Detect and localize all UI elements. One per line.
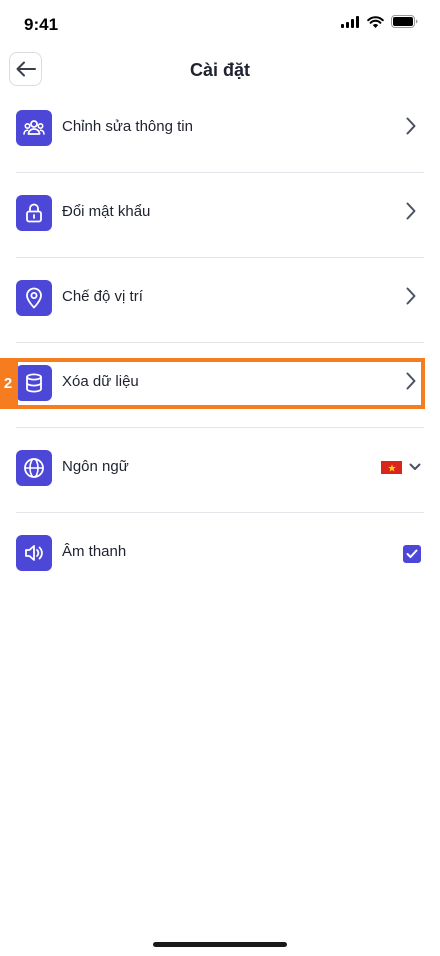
chevron-down-icon xyxy=(409,463,421,470)
header: Cài đặt xyxy=(0,50,440,92)
setting-label: Chỉnh sửa thông tin xyxy=(62,118,193,135)
setting-label: Ngôn ngữ xyxy=(62,458,129,475)
location-pin-icon xyxy=(16,280,52,316)
globe-icon xyxy=(16,450,52,486)
setting-label: Âm thanh xyxy=(62,543,127,560)
home-indicator xyxy=(153,942,287,947)
users-icon xyxy=(16,110,52,146)
checkmark-icon xyxy=(406,549,418,558)
sound-checkbox[interactable] xyxy=(403,545,421,563)
annotation-number: 2 xyxy=(0,358,16,409)
wifi-icon xyxy=(367,15,384,28)
setting-delete-data[interactable]: Xóa dữ liệu xyxy=(16,343,424,428)
chevron-right-icon xyxy=(406,372,416,390)
cellular-signal-icon xyxy=(341,15,359,28)
page-title: Cài đặt xyxy=(189,60,250,80)
speaker-icon xyxy=(16,535,52,571)
setting-language[interactable]: Ngôn ngữ xyxy=(16,428,424,513)
database-icon xyxy=(16,365,52,401)
setting-label: Đổi mật khẩu xyxy=(62,203,151,220)
status-bar: 9:41 xyxy=(0,0,440,50)
vietnam-flag-icon xyxy=(381,461,402,474)
chevron-right-icon xyxy=(406,202,416,220)
setting-edit-info[interactable]: Chỉnh sửa thông tin xyxy=(16,88,424,173)
setting-change-password[interactable]: Đổi mật khẩu xyxy=(16,173,424,258)
status-icons xyxy=(341,15,418,28)
battery-icon xyxy=(391,15,418,28)
lock-icon xyxy=(16,195,52,231)
setting-location-mode[interactable]: Chế độ vị trí xyxy=(16,258,424,343)
chevron-right-icon xyxy=(406,287,416,305)
setting-label: Xóa dữ liệu xyxy=(62,373,139,390)
chevron-right-icon xyxy=(406,117,416,135)
setting-sound[interactable]: Âm thanh xyxy=(16,513,424,598)
setting-label: Chế độ vị trí xyxy=(62,288,143,305)
status-time: 9:41 xyxy=(24,15,59,34)
language-selector[interactable] xyxy=(381,457,421,477)
